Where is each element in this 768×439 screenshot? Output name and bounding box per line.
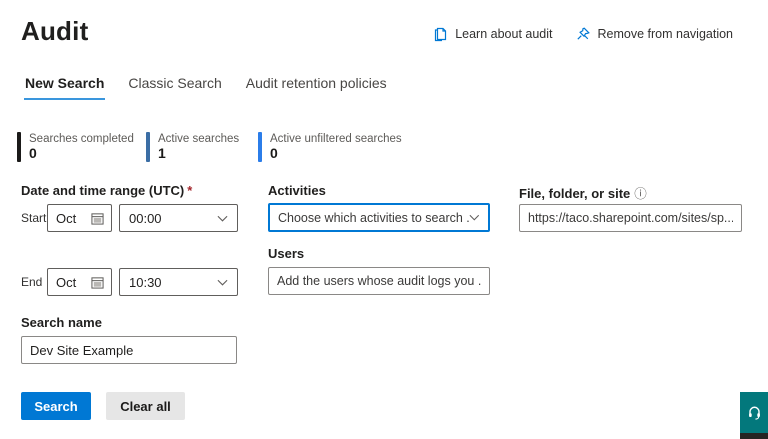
search-button[interactable]: Search	[21, 392, 91, 420]
header-links: Learn about audit Remove from navigation	[432, 26, 733, 42]
search-name-input[interactable]	[21, 336, 237, 364]
date-time-range-label-text: Date and time range (UTC)	[21, 183, 185, 198]
required-marker: *	[187, 183, 193, 198]
help-support-button[interactable]	[740, 392, 768, 433]
chevron-down-icon	[217, 279, 228, 286]
end-time-dropdown[interactable]: 10:30	[119, 268, 238, 296]
bottom-edge-strip	[740, 433, 768, 439]
start-time-dropdown[interactable]: 00:00	[119, 204, 238, 232]
chevron-down-icon	[217, 215, 228, 222]
start-label: Start	[21, 211, 47, 225]
stat-bar	[146, 132, 150, 162]
end-time-value: 10:30	[129, 274, 162, 290]
stat-label: Searches completed	[29, 133, 134, 145]
stats-row: Searches completed 0 Active searches 1 A…	[0, 132, 768, 164]
stat-value: 0	[29, 145, 37, 161]
start-time-value: 00:00	[129, 210, 162, 226]
file-folder-site-input[interactable]	[519, 204, 742, 232]
end-label: End	[21, 275, 43, 289]
activities-dropdown[interactable]: Choose which activities to search ...	[268, 203, 490, 232]
book-icon	[435, 27, 447, 42]
stat-label: Active unfiltered searches	[270, 133, 402, 145]
stat-active-searches: Active searches 1	[146, 132, 239, 162]
info-icon[interactable]: ⓘ	[634, 187, 647, 201]
stat-searches-completed: Searches completed 0	[17, 132, 134, 162]
remove-from-navigation-label: Remove from navigation	[597, 27, 733, 41]
start-date-picker[interactable]: Oct	[47, 204, 112, 232]
page-title: Audit	[21, 16, 89, 46]
learn-about-audit-label: Learn about audit	[455, 27, 553, 41]
tab-new-search[interactable]: New Search	[24, 73, 106, 100]
stat-value: 1	[158, 145, 166, 161]
search-name-label: Search name	[21, 315, 102, 330]
tab-bar: New Search Classic Search Audit retentio…	[24, 73, 388, 100]
clear-all-button[interactable]: Clear all	[106, 392, 185, 420]
start-date-value: Oct	[56, 210, 77, 226]
stat-bar	[258, 132, 262, 162]
stat-value: 0	[270, 145, 278, 161]
headset-icon	[748, 406, 760, 420]
calendar-icon	[91, 212, 104, 225]
calendar-icon	[91, 276, 104, 289]
stat-active-unfiltered-searches: Active unfiltered searches 0	[258, 132, 402, 162]
stat-label: Active searches	[158, 133, 240, 145]
stat-bar	[17, 132, 21, 162]
tab-audit-retention-policies[interactable]: Audit retention policies	[245, 73, 388, 100]
unpin-icon	[576, 27, 590, 40]
file-folder-site-label-text: File, folder, or site	[519, 186, 631, 201]
activities-label: Activities	[268, 183, 326, 198]
end-date-picker[interactable]: Oct	[47, 268, 112, 296]
date-time-range-label: Date and time range (UTC) *	[21, 183, 192, 198]
chevron-down-icon	[469, 214, 480, 221]
activities-value: Choose which activities to search ...	[278, 210, 470, 225]
end-date-value: Oct	[56, 274, 77, 290]
users-label: Users	[268, 246, 305, 261]
file-folder-site-label: File, folder, or site ⓘ	[519, 183, 647, 202]
tab-classic-search[interactable]: Classic Search	[127, 73, 222, 100]
users-input[interactable]	[268, 267, 490, 295]
learn-about-audit-link[interactable]: Learn about audit	[432, 26, 553, 42]
remove-from-navigation-link[interactable]: Remove from navigation	[575, 26, 733, 42]
